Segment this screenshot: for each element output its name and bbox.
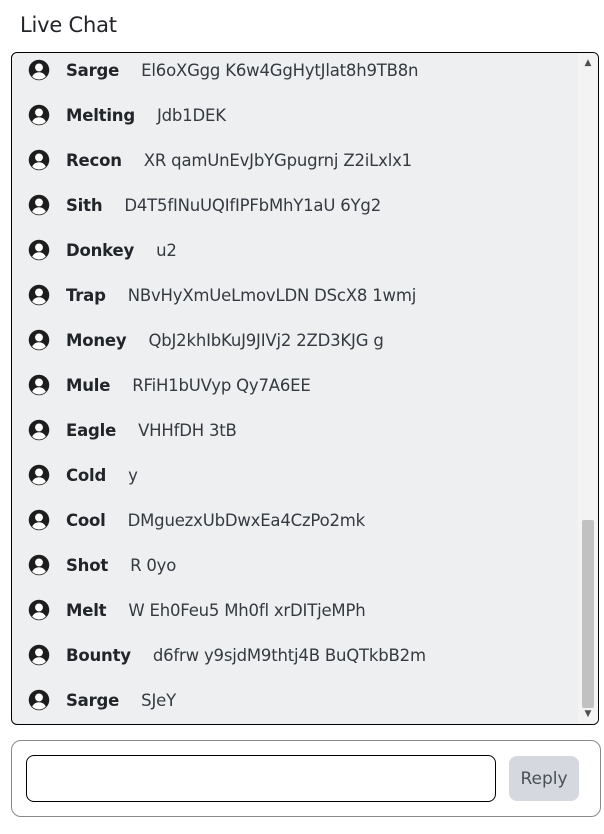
chat-message: Money QbJ2khIbKuJ9JIVj2 2ZD3KJG g [28, 325, 384, 355]
chat-message: Donkey u2 [28, 235, 177, 265]
message-username: Sith [66, 195, 103, 215]
message-text: VHHfDH 3tB [138, 420, 237, 440]
chat-message: Cold y [28, 460, 138, 490]
user-circle-icon [28, 329, 50, 351]
message-username: Shot [66, 555, 109, 575]
message-list: Sarge El6oXGgg K6w4GgHytJlat8h9TB8n Meltin… [12, 53, 578, 724]
user-circle-icon [28, 689, 50, 711]
user-circle-icon [28, 194, 50, 216]
user-circle-icon [28, 464, 50, 486]
chat-messages-panel[interactable]: Sarge El6oXGgg K6w4GgHytJlat8h9TB8n Meltin… [11, 52, 599, 725]
chat-message: Cool DMguezxUbDwxEa4CzPo2mk [28, 505, 365, 535]
chat-message: Melting Jdb1DEK [28, 100, 226, 130]
message-text: DMguezxUbDwxEa4CzPo2mk [127, 510, 366, 530]
chat-message: Shot R 0yo [28, 550, 176, 580]
message-text: RFiH1bUVyp Qy7A6EE [132, 375, 311, 395]
user-circle-icon [28, 599, 50, 621]
message-text: u2 [156, 240, 177, 260]
reply-button[interactable]: Reply [509, 756, 579, 801]
user-circle-icon [28, 104, 50, 126]
message-text: R 0yo [130, 555, 177, 575]
message-username: Trap [66, 285, 106, 305]
chat-message: Mule RFiH1bUVyp Qy7A6EE [28, 370, 311, 400]
message-text: Jdb1DEK [156, 105, 226, 125]
message-text: d6frw y9sjdM9thtj4B BuQTkbB2m [152, 645, 426, 665]
chat-message: Sarge SJeY [28, 685, 176, 715]
user-circle-icon [28, 239, 50, 261]
chat-message: Trap NBvHyXmUeLmovLDN DScX8 1wmj [28, 280, 416, 310]
message-username: Bounty [66, 645, 131, 665]
message-text: El6oXGgg K6w4GgHytJlat8h9TB8n [141, 60, 419, 80]
message-username: Melting [66, 105, 135, 125]
reply-panel: Reply [11, 740, 601, 817]
message-text: NBvHyXmUeLmovLDN DScX8 1wmj [127, 285, 417, 305]
chat-message: Bounty d6frw y9sjdM9thtj4B BuQTkbB2m [28, 640, 426, 670]
user-circle-icon [28, 644, 50, 666]
user-circle-icon [28, 59, 50, 81]
user-circle-icon [28, 374, 50, 396]
page-title: Live Chat [20, 13, 117, 37]
user-circle-icon [28, 509, 50, 531]
message-text: XR qamUnEvJbYGpugrnj Z2iLxlx1 [143, 150, 412, 170]
message-text: QbJ2khIbKuJ9JIVj2 2ZD3KJG g [148, 330, 384, 350]
user-circle-icon [28, 554, 50, 576]
message-username: Sarge [66, 60, 120, 80]
chat-message: Sarge El6oXGgg K6w4GgHytJlat8h9TB8n [28, 55, 419, 85]
user-circle-icon [28, 284, 50, 306]
message-username: Eagle [66, 420, 117, 440]
message-username: Money [66, 330, 127, 350]
message-text: D4T5fINuUQIfIPFbMhY1aU 6Yg2 [124, 195, 382, 215]
message-text: SJeY [141, 690, 176, 710]
message-text: y [128, 465, 138, 485]
chat-message: Melt W Eh0Feu5 Mh0fl xrDITjeMPh [28, 595, 366, 625]
message-text: W Eh0Feu5 Mh0fl xrDITjeMPh [128, 600, 366, 620]
chat-scrollbar[interactable]: ▲ ▼ [578, 53, 598, 724]
scroll-down-arrow-icon[interactable]: ▼ [578, 706, 598, 722]
user-circle-icon [28, 149, 50, 171]
scroll-thumb[interactable] [582, 520, 594, 708]
message-username: Cold [66, 465, 107, 485]
message-username: Melt [66, 600, 107, 620]
chat-message: Sith D4T5fINuUQIfIPFbMhY1aU 6Yg2 [28, 190, 381, 220]
message-username: Sarge [66, 690, 120, 710]
message-username: Donkey [66, 240, 135, 260]
user-circle-icon [28, 419, 50, 441]
chat-message: Recon XR qamUnEvJbYGpugrnj Z2iLxlx1 [28, 145, 412, 175]
reply-input[interactable] [26, 755, 496, 802]
message-username: Recon [66, 150, 122, 170]
message-username: Mule [66, 375, 111, 395]
scroll-up-arrow-icon[interactable]: ▲ [578, 55, 598, 71]
message-username: Cool [66, 510, 106, 530]
chat-message: Eagle VHHfDH 3tB [28, 415, 237, 445]
